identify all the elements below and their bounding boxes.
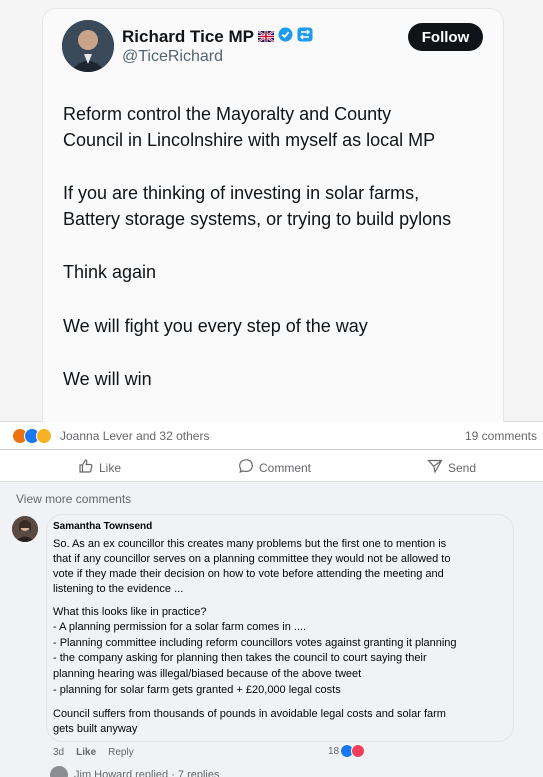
follow-button[interactable]: Follow [408,23,483,51]
comment-count[interactable]: 19 comments [465,429,537,443]
comment-like-button[interactable]: Like [76,747,96,758]
tweet-line-1: Reform control the Mayoralty and County [63,104,392,124]
comment-line: gets built anyway [53,723,138,735]
comment-reaction-count: 18 [328,745,340,757]
comment-author[interactable]: Samantha Townsend [53,521,152,532]
comment-meta: 3d Like Reply [53,747,134,758]
wow-reaction-icon [36,428,52,444]
like-icon [78,458,94,477]
view-replies[interactable]: Jim Howard replied · 7 replies [50,766,220,777]
comment-line: that if any councillor serves on a plann… [53,553,451,565]
tweet-line-5: Think again [63,262,157,282]
comment-reactions[interactable]: 18 [328,744,366,758]
comment-line: vote if they made their decision on how … [53,568,444,580]
tweet-line-7: We will win [63,369,152,389]
like-button[interactable]: Like [78,458,121,477]
comment-line: So. As an ex councillor this creates man… [53,538,447,550]
comment-age[interactable]: 3d [53,747,64,758]
post-actions: Like Comment Send [0,450,543,482]
affiliate-badge-icon [297,27,313,47]
comment-line: - the company asking for planning then t… [53,652,427,664]
tweet-author-avatar [62,20,114,72]
comment-reply-button[interactable]: Reply [108,747,134,758]
comment-line: Council suffers from thousands of pounds… [53,708,446,720]
send-button[interactable]: Send [427,458,476,477]
uk-flag-icon [257,27,275,47]
tweet-author-name: Richard Tice MP [122,27,313,47]
comment-line: - Planning committee including reform co… [53,637,457,649]
tweet-line-4: Battery storage systems, or trying to bu… [63,209,452,229]
replier-avatar [50,766,68,777]
reactors-text[interactable]: Joanna Lever and 32 others [60,429,209,443]
comment-icon [238,458,254,477]
tweet-line-2: Council in Lincolnshire with myself as l… [63,130,436,150]
tweet-line-3: If you are thinking of investing in sola… [63,183,420,203]
comment-line: planning hearing was illegal/biased beca… [53,668,362,680]
send-icon [427,458,443,477]
reaction-icons[interactable] [12,428,52,444]
verified-badge-icon [278,27,293,47]
comment-line: - planning for solar farm gets granted +… [53,684,341,696]
comment-button[interactable]: Comment [238,458,311,477]
comment-line: - A planning permission for a solar farm… [53,621,307,633]
tweet-handle: @TiceRichard [122,48,224,65]
commenter-avatar[interactable] [12,516,38,542]
comment-line: listening to the evidence ... [53,583,184,595]
post-image[interactable]: Richard Tice MP @TiceRichard Follow Refo… [0,0,543,428]
love-reaction-icon [351,744,366,758]
comment-line: What this looks like in practice? [53,606,207,618]
view-more-comments[interactable]: View more comments [16,492,131,506]
reactions-summary: Joanna Lever and 32 others 19 comments [0,422,543,450]
tweet-line-6: We will fight you every step of the way [63,316,368,336]
